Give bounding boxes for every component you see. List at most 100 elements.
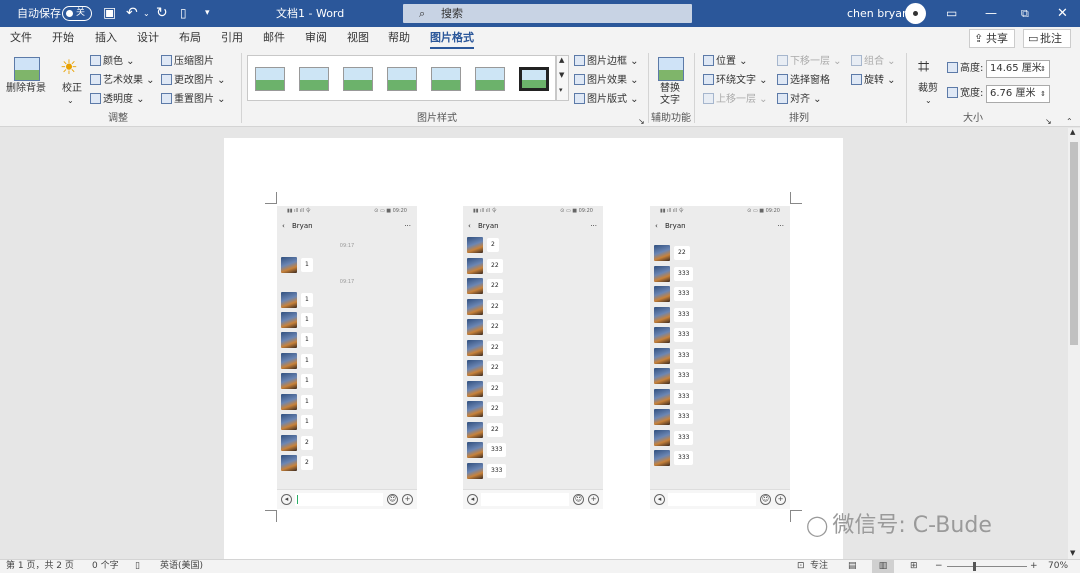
avatar bbox=[281, 394, 297, 410]
reset-picture-button[interactable]: 重置图片 ⌄ bbox=[161, 93, 226, 107]
zoom-slider-thumb[interactable] bbox=[973, 562, 976, 571]
tab-picture-format[interactable]: 图片格式 bbox=[430, 27, 474, 49]
picture-style-5[interactable] bbox=[431, 67, 461, 91]
ribbon-display-options-icon[interactable]: ▭ bbox=[946, 0, 957, 27]
remove-background-button[interactable]: 删除背景 bbox=[6, 82, 46, 96]
zoom-slider[interactable] bbox=[947, 566, 1027, 567]
save-icon[interactable]: ▣ bbox=[103, 0, 116, 27]
picture-style-2[interactable] bbox=[299, 67, 329, 91]
color-button[interactable]: 颜色 ⌄ bbox=[90, 55, 135, 69]
tab-file[interactable]: 文件 bbox=[10, 27, 32, 49]
crop-icon: ⌗ bbox=[918, 54, 930, 78]
transparency-button[interactable]: 透明度 ⌄ bbox=[90, 93, 145, 107]
redo-icon[interactable]: ↻ bbox=[156, 0, 168, 27]
send-backward-button[interactable]: 下移一层 ⌄ bbox=[777, 55, 842, 69]
web-layout-icon[interactable]: ⊞ bbox=[910, 560, 918, 573]
picture-style-4[interactable] bbox=[387, 67, 417, 91]
styles-launcher-icon[interactable]: ↘ bbox=[638, 115, 645, 129]
print-layout-icon[interactable]: ▥ bbox=[872, 560, 894, 573]
selection-pane-label: 选择窗格 bbox=[790, 75, 830, 86]
tab-home[interactable]: 开始 bbox=[52, 27, 74, 49]
scroll-down-icon[interactable]: ▼ bbox=[1070, 549, 1075, 557]
avatar bbox=[467, 442, 483, 458]
scroll-up-icon[interactable]: ▲ bbox=[1070, 128, 1075, 136]
avatar[interactable] bbox=[905, 3, 926, 24]
focus-mode[interactable]: 专注 bbox=[810, 560, 828, 573]
search-box[interactable]: ⌕ 搜索 bbox=[403, 4, 692, 23]
gallery-scroll[interactable]: ▲ ▼ ▾ bbox=[556, 55, 569, 101]
rotate-button[interactable]: 旋转 ⌄ bbox=[851, 74, 896, 88]
margin-corner-top-right bbox=[790, 192, 802, 204]
emoji-icon: ☺ bbox=[387, 494, 398, 505]
height-input[interactable]: 14.65 厘米 ⇕ bbox=[986, 60, 1050, 78]
picture-style-6[interactable] bbox=[475, 67, 505, 91]
zoom-level[interactable]: 70% bbox=[1048, 560, 1068, 573]
user-name[interactable]: chen bryan bbox=[847, 0, 909, 27]
picture-layout-button[interactable]: 图片版式 ⌄ bbox=[574, 93, 639, 107]
picture-style-1[interactable] bbox=[255, 67, 285, 91]
zoom-in-icon[interactable]: + bbox=[1030, 560, 1038, 573]
picture-border-button[interactable]: 图片边框 ⌄ bbox=[574, 55, 639, 69]
close-icon[interactable]: ✕ bbox=[1057, 0, 1068, 27]
bring-forward-button[interactable]: 上移一层 ⌄ bbox=[703, 93, 768, 107]
chat-screenshot-1[interactable]: ▮▮ ıll ıll 令 ⊙ ▭ ■ 09:20 ‹ Bryan ··· 09:17 … bbox=[277, 206, 417, 509]
share-button[interactable]: ⇪ 共享 bbox=[969, 29, 1015, 48]
picture-style-7[interactable] bbox=[519, 67, 549, 91]
gallery-down-icon[interactable]: ▼ bbox=[559, 71, 564, 79]
undo-icon[interactable]: ↶ bbox=[126, 0, 138, 27]
proofing-icon[interactable]: ▯ bbox=[135, 560, 140, 573]
touch-mode-icon[interactable]: ▯ bbox=[180, 0, 187, 27]
picture-style-3[interactable] bbox=[343, 67, 373, 91]
align-button[interactable]: 对齐 ⌄ bbox=[777, 93, 822, 107]
gallery-more-icon[interactable]: ▾ bbox=[559, 86, 563, 94]
tab-review[interactable]: 审阅 bbox=[305, 27, 327, 49]
position-button[interactable]: 位置 ⌄ bbox=[703, 55, 748, 69]
autosave-toggle[interactable]: 关 bbox=[62, 6, 92, 21]
artistic-effects-button[interactable]: 艺术效果 ⌄ bbox=[90, 74, 155, 88]
ribbon-tabs: 文件 开始 插入 设计 布局 引用 邮件 审阅 视图 帮助 图片格式 bbox=[0, 27, 1080, 49]
height-spinner-icon[interactable]: ⇕ bbox=[1040, 61, 1046, 77]
wrap-text-button[interactable]: 环绕文字 ⌄ bbox=[703, 74, 768, 88]
change-picture-button[interactable]: 更改图片 ⌄ bbox=[161, 74, 226, 88]
maximize-icon[interactable]: ⧉ bbox=[1021, 0, 1029, 27]
avatar bbox=[654, 266, 670, 282]
customize-qat-icon[interactable]: ▾ bbox=[205, 0, 210, 27]
chat-screenshot-2[interactable]: ▮▮ ıll ıll 令 ⊙ ▭ ■ 09:20 ‹ Bryan ··· 2 22 2… bbox=[463, 206, 603, 509]
width-spinner-icon[interactable]: ⇕ bbox=[1040, 86, 1046, 102]
tab-layout[interactable]: 布局 bbox=[179, 27, 201, 49]
tab-view[interactable]: 视图 bbox=[347, 27, 369, 49]
page-count[interactable]: 第 1 页，共 2 页 bbox=[6, 560, 74, 573]
tab-insert[interactable]: 插入 bbox=[95, 27, 117, 49]
picture-effects-button[interactable]: 图片效果 ⌄ bbox=[574, 74, 639, 88]
word-count[interactable]: 0 个字 bbox=[92, 560, 119, 573]
avatar bbox=[467, 422, 483, 438]
read-mode-icon[interactable]: ▤ bbox=[848, 560, 857, 573]
minimize-icon[interactable]: — bbox=[985, 0, 997, 27]
tab-references[interactable]: 引用 bbox=[221, 27, 243, 49]
size-launcher-icon[interactable]: ↘ bbox=[1045, 115, 1052, 129]
group-objects-button[interactable]: 组合 ⌄ bbox=[851, 55, 896, 69]
selection-pane-button[interactable]: 选择窗格 bbox=[777, 74, 830, 88]
width-label: 宽度: bbox=[947, 87, 983, 101]
compress-pictures-button[interactable]: 压缩图片 bbox=[161, 55, 214, 69]
collapse-ribbon-icon[interactable]: ⌃ bbox=[1066, 115, 1073, 129]
focus-icon[interactable]: ⊡ bbox=[797, 560, 805, 573]
tab-design[interactable]: 设计 bbox=[137, 27, 159, 49]
language[interactable]: 英语(美国) bbox=[160, 560, 203, 573]
chat-screenshot-3[interactable]: ▮▮ ıll ıll 令 ⊙ ▭ ■ 09:20 ‹ Bryan ··· 22 333… bbox=[650, 206, 790, 509]
status-time: ⊙ ▭ ■ 09:20 bbox=[747, 208, 780, 214]
picture-styles-gallery[interactable] bbox=[247, 55, 556, 101]
undo-dropdown-icon[interactable]: ⌄ bbox=[143, 0, 150, 27]
zoom-out-icon[interactable]: − bbox=[935, 560, 943, 573]
corrections-dropdown-icon[interactable]: ⌄ bbox=[67, 94, 74, 108]
tab-help[interactable]: 帮助 bbox=[388, 27, 410, 49]
scrollbar-thumb[interactable] bbox=[1070, 142, 1078, 345]
avatar bbox=[467, 278, 483, 294]
gallery-up-icon[interactable]: ▲ bbox=[559, 56, 564, 64]
tab-mailings[interactable]: 邮件 bbox=[263, 27, 285, 49]
comments-button[interactable]: ▭ 批注 bbox=[1023, 29, 1071, 48]
alt-text-button-line2[interactable]: 文字 bbox=[660, 94, 680, 108]
vertical-scrollbar[interactable]: ▲ ▼ bbox=[1068, 128, 1080, 559]
crop-dropdown-icon[interactable]: ⌄ bbox=[925, 94, 932, 108]
width-input[interactable]: 6.76 厘米 ⇕ bbox=[986, 85, 1050, 103]
